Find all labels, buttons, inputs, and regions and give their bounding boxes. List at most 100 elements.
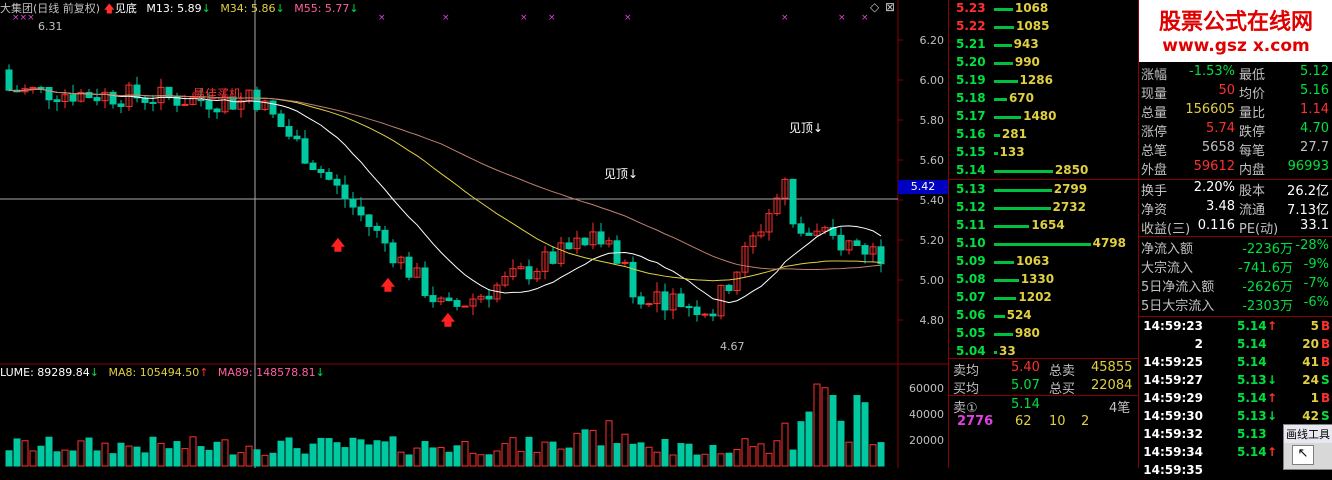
volume-bar: [77, 440, 85, 467]
candle-body: [277, 113, 285, 128]
candle-body: [333, 178, 341, 186]
ask-level-row[interactable]: 5.14 2850: [949, 162, 1139, 180]
volume-bar: [853, 395, 861, 467]
total-sell-value: 45855: [1091, 360, 1133, 375]
volume-bar: [829, 394, 837, 467]
volume-bar: [181, 448, 189, 467]
price-tick-label: 5.80: [920, 114, 945, 127]
volume-bar: [85, 437, 93, 467]
quote-value: 5.74: [1206, 121, 1235, 136]
flow-percent: -28%: [1295, 238, 1329, 253]
ask-level-row[interactable]: 5.17 1480: [949, 108, 1139, 126]
volume-bar: [573, 432, 581, 467]
volume-bar: [109, 453, 117, 467]
ask-volume-bar: [994, 98, 1007, 101]
volume-bar: [413, 447, 421, 467]
ask-level-row[interactable]: 5.15 133: [949, 144, 1139, 162]
bid-volume: 4798: [1092, 236, 1126, 250]
ask-volume-bar: [994, 8, 1013, 11]
bid-level-row[interactable]: 5.08 1330: [949, 271, 1139, 289]
volume-bar: [613, 443, 621, 467]
volume-bar: [285, 437, 293, 467]
ask-level-row[interactable]: 5.23 1068: [949, 0, 1139, 18]
bid-level-row[interactable]: 5.06 524: [949, 307, 1139, 325]
tick-row[interactable]: 14:59:25 5.14 41 B: [1143, 354, 1330, 372]
volume-bar: [293, 448, 301, 467]
volume-bar: [661, 438, 669, 467]
tick-direction-icon: ↓: [1267, 409, 1278, 423]
volume-bar: [245, 445, 253, 467]
volume-bar: [629, 443, 637, 467]
kline-chart[interactable]: 6.20 6.00 5.80 5.60 5.40 5.20 5.00 4.80 60000 40…: [0, 0, 948, 468]
candle-body: [285, 126, 293, 137]
bid-level-row[interactable]: 5.13 2799: [949, 181, 1139, 199]
tick-time: 14:59:25: [1143, 355, 1203, 369]
current-price-tag: 5.42: [898, 180, 948, 194]
drawing-tool-window[interactable]: 画线工具 ↖: [1283, 424, 1332, 470]
bid-level-row[interactable]: 5.10 4798: [949, 235, 1139, 253]
bid-volume-bar: [994, 189, 1052, 192]
ask-level-row[interactable]: 5.22 1085: [949, 18, 1139, 36]
tick-row[interactable]: 14:59:29 5.14 ↑ 1 B: [1143, 390, 1330, 408]
volume-bar: [309, 443, 317, 467]
flow-label: 大宗流入: [1141, 261, 1194, 276]
candle-body: [373, 225, 381, 231]
quote-value: 59612: [1193, 159, 1235, 174]
queue-order-2: 62: [1015, 414, 1032, 429]
volume-tick-label: 40000: [909, 408, 944, 421]
bid-level-row[interactable]: 5.07 1202: [949, 289, 1139, 307]
stock-title: 大集团(日线 前复权): [0, 2, 101, 15]
ask-volume: 990: [1014, 55, 1040, 69]
volume-bar: [701, 453, 709, 467]
candle-body: [445, 297, 453, 302]
candle-body: [309, 162, 317, 171]
flow-label: 5日大宗流入: [1141, 299, 1215, 314]
svg-text:×: ×: [624, 13, 632, 23]
tick-volume: 24: [1302, 373, 1319, 387]
chart-settings-icon[interactable]: ◇: [870, 0, 879, 14]
volume-bar: [221, 439, 229, 467]
volume-bar: [125, 445, 133, 467]
bid-level-row[interactable]: 5.05 980: [949, 325, 1139, 343]
bid-price: 5.12: [956, 200, 986, 214]
price-tick-label: 5.20: [920, 234, 945, 247]
bid-volume-bar: [994, 351, 997, 354]
volume-header: LUME: 89289.84↓ MA8: 105494.50↑ MA89: 14…: [0, 366, 325, 379]
tick-row[interactable]: 14:59:27 5.13 ↓ 24 S: [1143, 372, 1329, 390]
candle-body: [461, 305, 469, 308]
ask-level-row[interactable]: 5.20 990: [949, 54, 1139, 72]
ask-level-row[interactable]: 5.18 670: [949, 90, 1139, 108]
chart-header: 大集团(日线 前复权) 🡅见底 M13: 5.89↓ M34: 5.86↓ M5…: [0, 0, 359, 15]
ask-volume: 133: [999, 145, 1025, 159]
fundamental-label: 换手: [1141, 184, 1168, 199]
tick-price: 5.14: [1237, 319, 1267, 333]
cursor-tool-icon[interactable]: ↖: [1292, 445, 1314, 465]
chart-close-icon[interactable]: ⊠: [885, 0, 895, 14]
ask-level-row[interactable]: 5.16 281: [949, 126, 1139, 144]
watermark-banner: 股票公式在线网 www.gsz x.com: [1139, 0, 1332, 62]
candle-body: [597, 231, 605, 245]
volume-bar: [381, 441, 389, 467]
volume-bar: [845, 441, 853, 467]
volume-value: LUME: 89289.84: [0, 366, 90, 379]
volume-bar: [485, 454, 493, 467]
volume-bar: [589, 429, 597, 467]
ask-level-row[interactable]: 5.21 943: [949, 36, 1139, 54]
bid-volume-bar: [994, 225, 1030, 228]
volume-bar: [189, 436, 197, 467]
price-tick-label: 6.20: [920, 34, 945, 47]
kline-svg[interactable]: 6.20 6.00 5.80 5.60 5.40 5.20 5.00 4.80 60000 40…: [0, 0, 948, 468]
fundamental-value: 3.48: [1206, 199, 1235, 214]
flow-percent: -9%: [1303, 257, 1329, 272]
bid-level-row[interactable]: 5.09 1063: [949, 253, 1139, 271]
ask-price: 5.18: [956, 91, 986, 105]
bid-volume-bar: [994, 261, 1015, 264]
quote-label: 最低: [1239, 68, 1266, 83]
volume-bar: [437, 447, 445, 467]
ask-level-row[interactable]: 5.19 1286: [949, 72, 1139, 90]
bid-level-row[interactable]: 5.12 2732: [949, 199, 1139, 217]
volume-bar: [269, 452, 277, 467]
tick-row[interactable]: 2 5.14 20 B: [1143, 336, 1331, 354]
bid-level-row[interactable]: 5.11 1654: [949, 217, 1139, 235]
tick-row[interactable]: 14:59:23 5.14 ↑ 5 B: [1143, 318, 1330, 336]
